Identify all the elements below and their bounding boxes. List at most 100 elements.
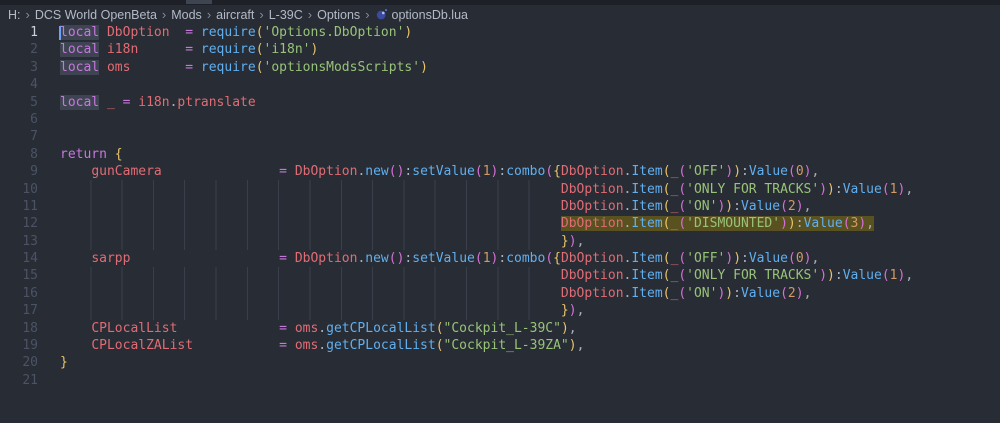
code-token: require xyxy=(200,25,256,40)
lua-file-icon xyxy=(376,9,387,20)
code-line-16[interactable]: 16 DbOption.Item(_('ON')):Value(2), xyxy=(0,284,1000,303)
code-token: combo xyxy=(506,164,546,180)
line-number[interactable]: 14 xyxy=(0,250,38,267)
code-token: DbOption xyxy=(560,285,624,301)
line-number[interactable]: 13 xyxy=(0,233,38,250)
code-token: require xyxy=(200,42,256,58)
code-line-13[interactable]: 13 }), xyxy=(0,232,1000,251)
code-line-1[interactable]: 1 local DbOption = require('Options.DbOpt… xyxy=(0,24,1000,41)
code-token: new xyxy=(365,164,389,180)
breadcrumb-item-2[interactable]: Mods xyxy=(171,8,202,22)
breadcrumb-item-0[interactable]: H: xyxy=(8,8,21,22)
code-token: 1 xyxy=(482,164,491,180)
line-number[interactable]: 4 xyxy=(0,76,38,93)
code-token: new xyxy=(365,251,389,267)
code-token: Value xyxy=(842,181,882,197)
indent-guides xyxy=(60,266,561,285)
code-line-18[interactable]: 18 CPLocalList = oms.getCPLocalList("Coc… xyxy=(0,320,1000,337)
code-token: : xyxy=(834,268,843,284)
code-line-2[interactable]: 2 local i18n = require('i18n') xyxy=(0,41,1000,58)
line-number[interactable]: 15 xyxy=(0,267,38,284)
code-line-20[interactable]: 20} xyxy=(0,354,1000,371)
code-token: { xyxy=(553,251,561,267)
breadcrumb-item-4[interactable]: L-39C xyxy=(269,8,303,22)
code-line-15[interactable]: 15 DbOption.Item(_('ONLY FOR TRACKS')):V… xyxy=(0,266,1000,285)
line-number[interactable]: 7 xyxy=(0,128,38,145)
code-token: DbOption xyxy=(294,164,358,180)
code-line-10[interactable]: 10 DbOption.Item(_('ONLY FOR TRACKS')):V… xyxy=(0,180,1000,199)
line-number[interactable]: 12 xyxy=(0,215,38,232)
code-line-14[interactable]: 14 sarpp = DbOption.new():setValue(1):co… xyxy=(0,250,1000,267)
code-token: = xyxy=(279,251,287,267)
code-line-17[interactable]: 17 }), xyxy=(0,301,1000,320)
code-token: 1 xyxy=(889,268,898,284)
breadcrumb-item-5[interactable]: Options xyxy=(317,8,360,22)
code-line-21[interactable]: 21 xyxy=(0,372,1000,389)
code-token: Item xyxy=(631,251,663,267)
line-number[interactable]: 6 xyxy=(0,111,38,128)
code-token: 'OFF' xyxy=(686,251,726,267)
line-text: DbOption.Item(_('DISMOUNTED')):Value(3), xyxy=(60,214,875,233)
code-token: 1 xyxy=(889,181,898,197)
code-token: _ xyxy=(106,94,115,110)
editor-code-area[interactable]: 1 local DbOption = require('Options.DbOpt… xyxy=(0,24,1000,389)
line-number[interactable]: 2 xyxy=(0,41,38,58)
code-token: ( xyxy=(662,198,671,214)
breadcrumb-item-1[interactable]: DCS World OpenBeta xyxy=(35,8,157,22)
line-number[interactable]: 3 xyxy=(0,59,38,76)
code-token: Item xyxy=(631,268,663,284)
line-number[interactable]: 10 xyxy=(0,181,38,198)
code-line-9[interactable]: 9 gunCamera = DbOption.new():setValue(1)… xyxy=(0,163,1000,180)
code-line-4[interactable]: 4 xyxy=(0,76,1000,93)
code-token: = xyxy=(279,320,287,336)
code-token: 2 xyxy=(787,198,796,214)
code-token: ) xyxy=(404,25,413,40)
code-token: , xyxy=(811,251,820,267)
line-number[interactable]: 11 xyxy=(0,198,38,215)
code-line-11[interactable]: 11 DbOption.Item(_('ON')):Value(2), xyxy=(0,197,1000,216)
code-line-3[interactable]: 3 local oms = require('optionsModsScripts… xyxy=(0,59,1000,76)
breadcrumb-item-3[interactable]: aircraft xyxy=(216,8,254,22)
line-number[interactable]: 18 xyxy=(0,320,38,337)
code-token: ) xyxy=(420,59,428,75)
line-number[interactable]: 17 xyxy=(0,302,38,319)
code-line-7[interactable]: 7 xyxy=(0,128,1000,145)
code-token: : xyxy=(733,198,741,214)
line-number[interactable]: 19 xyxy=(0,337,38,354)
code-line-5[interactable]: 5 local _ = i18n.ptranslate xyxy=(0,94,1000,111)
code-token: ) xyxy=(733,164,742,180)
line-number[interactable]: 5 xyxy=(0,94,38,111)
code-line-19[interactable]: 19 CPLocalZAList = oms.getCPLocalList("C… xyxy=(0,337,1000,354)
code-token: Value xyxy=(748,251,788,267)
code-token: 'i18n' xyxy=(263,42,311,58)
code-token: 'ON' xyxy=(686,198,718,214)
breadcrumb-separator: › xyxy=(365,6,370,22)
code-token: , xyxy=(576,303,585,319)
line-text: local _ = i18n.ptranslate xyxy=(60,94,256,111)
code-token: "Cockpit_L-39ZA" xyxy=(443,338,569,354)
line-number[interactable]: 1 xyxy=(0,24,38,41)
code-token: DbOption xyxy=(560,251,624,267)
line-text: } xyxy=(60,354,68,371)
code-token: = xyxy=(185,59,194,75)
code-line-12[interactable]: 12 DbOption.Item(_('DISMOUNTED')):Value(… xyxy=(0,214,1000,233)
code-token: 'Options.DbOption' xyxy=(263,25,405,40)
tab-indicator xyxy=(186,0,212,4)
breadcrumb-item-file[interactable]: optionsDb.lua xyxy=(375,8,468,22)
breadcrumb-path: H: › DCS World OpenBeta › Mods › aircraft › L-39… xyxy=(8,8,375,22)
code-token: , xyxy=(811,164,820,180)
code-token: ( xyxy=(662,251,671,267)
code-token: CPLocalZAList xyxy=(91,338,194,354)
code-token: ( xyxy=(435,338,444,354)
code-token: getCPLocalList xyxy=(326,320,436,336)
code-line-8[interactable]: 8 return { xyxy=(0,146,1000,163)
line-number[interactable]: 21 xyxy=(0,372,38,389)
line-number[interactable]: 9 xyxy=(0,163,38,180)
code-token: 'ONLY FOR TRACKS' xyxy=(686,268,820,284)
code-line-6[interactable]: 6 xyxy=(0,111,1000,128)
line-number[interactable]: 8 xyxy=(0,146,38,163)
code-token: ( xyxy=(881,268,890,284)
line-number[interactable]: 16 xyxy=(0,285,38,302)
line-number[interactable]: 20 xyxy=(0,354,38,371)
code-token: { xyxy=(114,146,123,162)
